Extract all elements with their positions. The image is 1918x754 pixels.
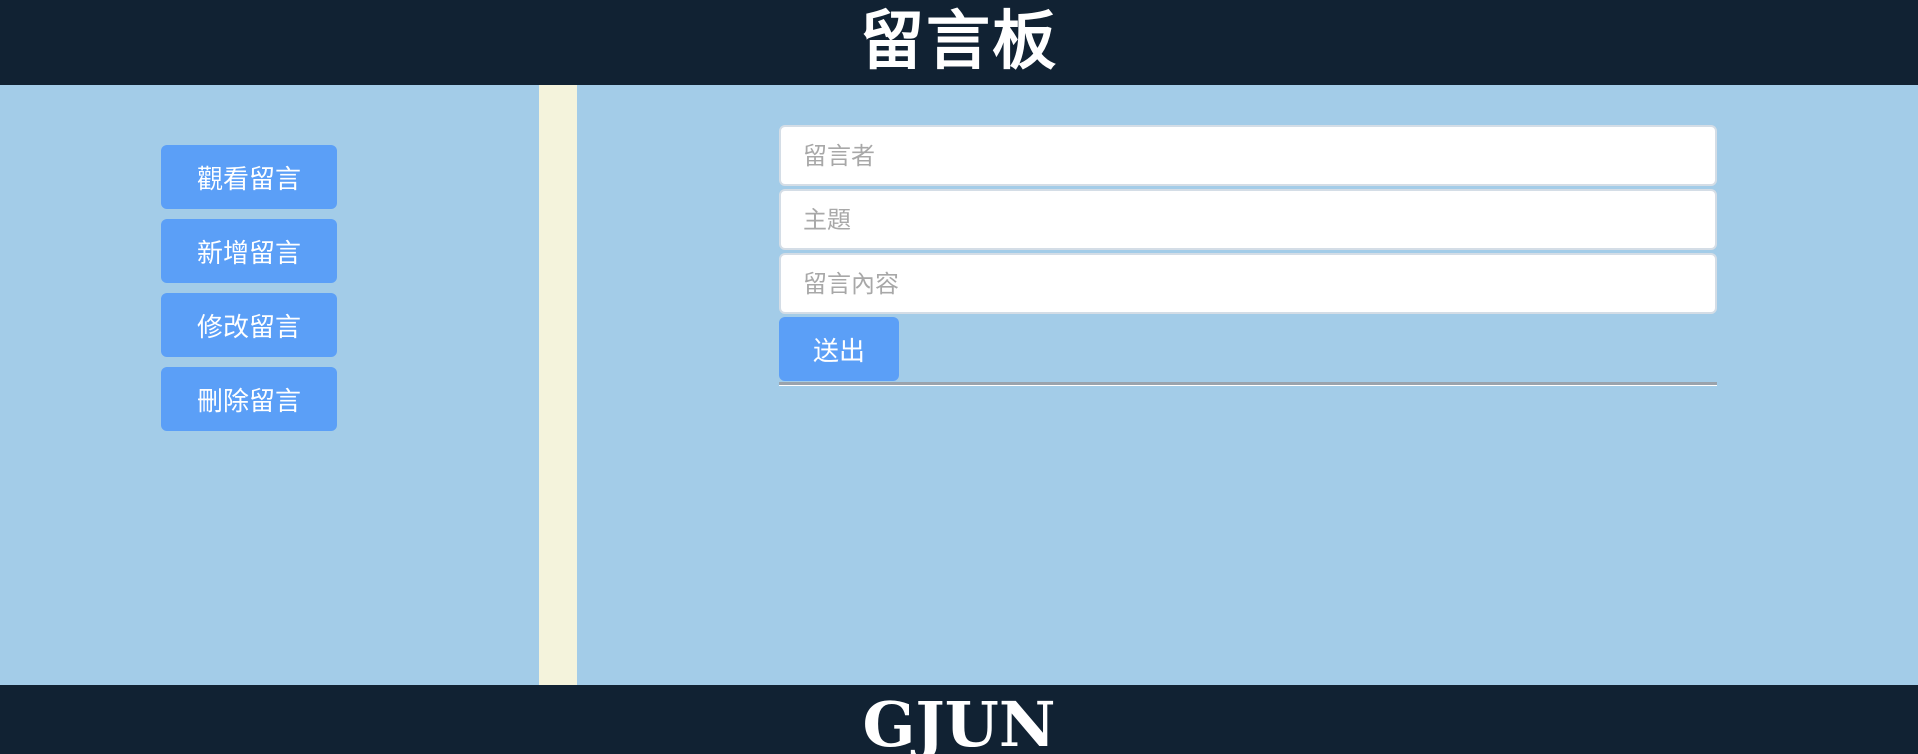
page: 留言板 觀看留言 新增留言 修改留言 刪除留言 送出 GJUN: [0, 0, 1918, 754]
header-bar: 留言板: [0, 0, 1918, 85]
delete-message-button[interactable]: 刪除留言: [161, 367, 337, 431]
author-input[interactable]: [779, 125, 1717, 186]
submit-button[interactable]: 送出: [779, 317, 899, 381]
message-form-area: 送出: [577, 85, 1918, 685]
footer-brand: GJUN: [862, 688, 1056, 754]
divider-strip: [539, 85, 577, 685]
add-message-button[interactable]: 新增留言: [161, 219, 337, 283]
sidebar: 觀看留言 新增留言 修改留言 刪除留言: [0, 85, 539, 685]
content-textarea[interactable]: [779, 253, 1717, 314]
page-title: 留言板: [860, 5, 1058, 79]
subject-input[interactable]: [779, 189, 1717, 250]
divider-line: [779, 382, 1717, 386]
edit-message-button[interactable]: 修改留言: [161, 293, 337, 357]
view-messages-button[interactable]: 觀看留言: [161, 145, 337, 209]
footer-bar: GJUN: [0, 685, 1918, 754]
